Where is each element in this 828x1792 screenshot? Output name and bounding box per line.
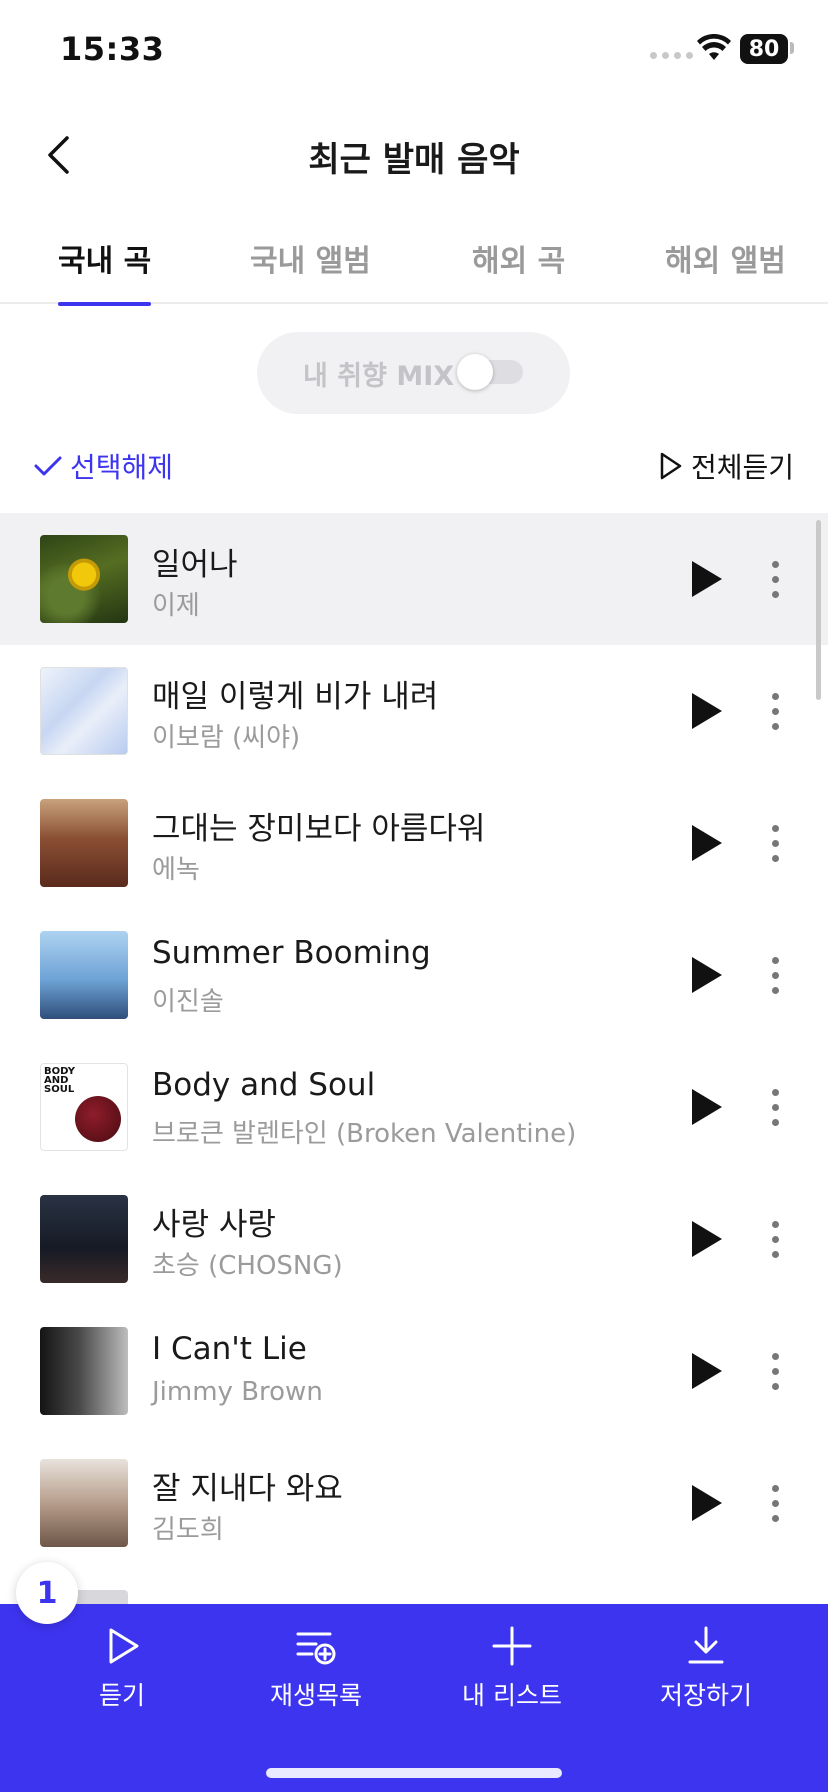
battery-tip [790,42,794,54]
header: 최근 발매 음악 [0,110,828,200]
more-options-icon[interactable] [760,1345,790,1397]
song-title: 잘 지내다 와요 [152,1471,343,1507]
toggle-switch[interactable] [457,354,523,390]
my-list-button[interactable]: 내 리스트 [432,1624,592,1712]
plus-icon [492,1626,532,1666]
song-title: 일어나 [152,547,238,583]
song-title: 사랑 사랑 [152,1207,276,1243]
play-all-button[interactable]: 전체듣기 [659,446,794,486]
playlist-label: 재생목록 [269,1681,362,1710]
song-title: 매일 이렇게 비가 내려 [152,679,439,715]
more-options-icon[interactable] [760,1477,790,1529]
play-outline-icon [109,1628,139,1664]
battery-icon: 80 [740,34,788,64]
pomegranate-image [75,1096,121,1142]
song-row[interactable]: 잘 지내다 와요 김도희 [0,1437,828,1569]
taste-mix-label: 내 취향 MIX [303,360,455,392]
song-artist: 브로큰 발렌타인 (Broken Valentine) [152,1119,577,1149]
tab-international-songs[interactable]: 해외 곡 [472,236,565,304]
song-artist: Jimmy Brown [152,1377,323,1407]
wifi-icon [697,34,731,60]
taste-mix-toggle[interactable]: 내 취향 MIX [257,332,570,414]
cellular-signal-icon [650,52,693,59]
more-options-icon[interactable] [760,685,790,737]
status-bar: 15:33 80 [0,0,828,100]
song-artist: 이보람 (씨야) [152,723,301,753]
song-row[interactable]: Summer Booming 이진솔 [0,909,828,1041]
home-indicator[interactable] [266,1768,562,1778]
scrollbar[interactable] [816,520,821,700]
song-artist: 이제 [152,591,200,621]
battery-level: 80 [748,36,780,62]
playlist-add-icon [296,1632,336,1665]
play-icon[interactable] [684,1345,728,1397]
song-artist: 김도희 [152,1515,224,1545]
song-row[interactable]: 사랑 사랑 초승 (CHOSNG) [0,1173,828,1305]
song-list: 일어나 이제 매일 이렇게 비가 내려 이보람 (씨야) 그대는 장미보다 아름… [0,513,828,1569]
cover-lettering: BODY AND SOUL [44,1066,75,1095]
album-cover [40,1459,128,1547]
song-row[interactable]: I Can't Lie Jimmy Brown [0,1305,828,1437]
album-cover [40,1195,128,1283]
play-icon[interactable] [684,1213,728,1265]
tab-domestic-albums[interactable]: 국내 앨범 [250,236,371,304]
deselect-label: 선택해제 [70,451,174,484]
save-button[interactable]: 저장하기 [626,1624,786,1712]
album-cover [40,1327,128,1415]
album-cover [40,931,128,1019]
play-all-label: 전체듣기 [690,451,794,484]
tab-domestic-songs[interactable]: 국내 곡 [58,236,152,306]
play-icon[interactable] [684,1081,728,1133]
play-outline-icon [660,452,682,480]
toggle-knob [457,354,493,390]
checkmark-icon [34,456,62,476]
more-options-icon[interactable] [760,949,790,1001]
song-row[interactable]: 그대는 장미보다 아름다워 에녹 [0,777,828,909]
more-options-icon[interactable] [760,553,790,605]
album-cover [40,799,128,887]
song-artist: 이진솔 [152,987,224,1017]
deselect-button[interactable]: 선택해제 [34,446,173,486]
song-artist: 초승 (CHOSNG) [152,1251,343,1281]
song-title: Summer Booming [152,935,431,971]
song-title: 그대는 장미보다 아름다워 [152,811,486,847]
song-row[interactable]: 매일 이렇게 비가 내려 이보람 (씨야) [0,645,828,777]
song-row[interactable]: 일어나 이제 [0,513,828,645]
play-icon[interactable] [684,817,728,869]
save-label: 저장하기 [659,1681,752,1710]
tab-bar: 국내 곡 국내 앨범 해외 곡 해외 앨범 [0,222,828,306]
my-list-label: 내 리스트 [462,1681,562,1710]
playlist-button[interactable]: 재생목록 [236,1624,396,1712]
selected-count-badge: 1 [16,1562,78,1624]
song-title: I Can't Lie [152,1331,307,1367]
play-icon[interactable] [684,1477,728,1529]
tab-international-albums[interactable]: 해외 앨범 [665,236,786,304]
song-title: Body and Soul [152,1067,376,1103]
play-icon[interactable] [684,685,728,737]
more-options-icon[interactable] [760,817,790,869]
album-cover [40,535,128,623]
album-cover: BODY AND SOUL [40,1063,128,1151]
bottom-action-bar: 듣기 재생목록 내 리스트 저장하기 [0,1604,828,1792]
selection-row: 선택해제 전체듣기 [0,440,828,490]
play-icon[interactable] [684,949,728,1001]
play-icon[interactable] [684,553,728,605]
album-cover [40,667,128,755]
status-time: 15:33 [60,30,165,68]
song-row[interactable]: BODY AND SOUL Body and Soul 브로큰 발렌타인 (Br… [0,1041,828,1173]
more-options-icon[interactable] [760,1081,790,1133]
more-options-icon[interactable] [760,1213,790,1265]
listen-label: 듣기 [98,1681,145,1710]
listen-button[interactable]: 듣기 [42,1624,202,1712]
download-icon [688,1626,724,1664]
page-title: 최근 발매 음악 [308,140,520,180]
song-artist: 에녹 [152,855,200,885]
